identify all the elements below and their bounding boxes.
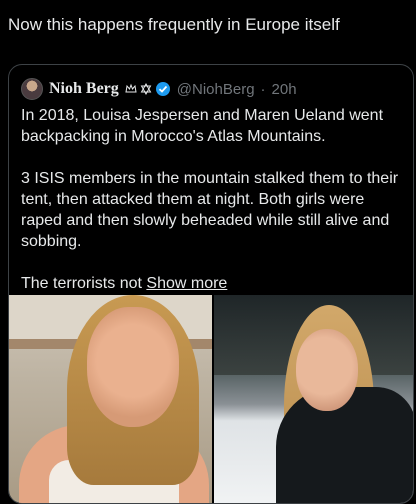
photo-grid [9,295,413,503]
quoted-post[interactable]: Nioh Berg @NiohBerg · 20h In 2018, Louis… [8,64,414,504]
timestamp[interactable]: 20h [272,81,297,98]
photo-left[interactable] [9,295,212,503]
crown-icon [125,83,137,93]
handle[interactable]: @NiohBerg [177,81,255,98]
quote-paragraph-2: 3 ISIS members in the mountain stalked t… [21,170,399,250]
separator: · [260,80,266,98]
verified-badge-icon [155,82,170,96]
display-name[interactable]: Nioh Berg [49,80,119,98]
truncated-text: The terrorists not [21,275,142,292]
avatar[interactable] [21,78,43,100]
show-more-link[interactable]: Show more [146,275,227,292]
quote-header: Nioh Berg @NiohBerg · 20h [21,78,297,100]
quote-body: In 2018, Louisa Jespersen and Maren Uela… [21,105,399,315]
quote-paragraph-3: The terrorists not Show more [21,273,399,294]
photo-right[interactable] [214,295,413,503]
quote-paragraph-1: In 2018, Louisa Jespersen and Maren Uela… [21,107,384,145]
star-of-david-icon [140,83,152,95]
profile-badges [125,81,171,97]
post-text: Now this happens frequently in Europe it… [8,15,340,34]
